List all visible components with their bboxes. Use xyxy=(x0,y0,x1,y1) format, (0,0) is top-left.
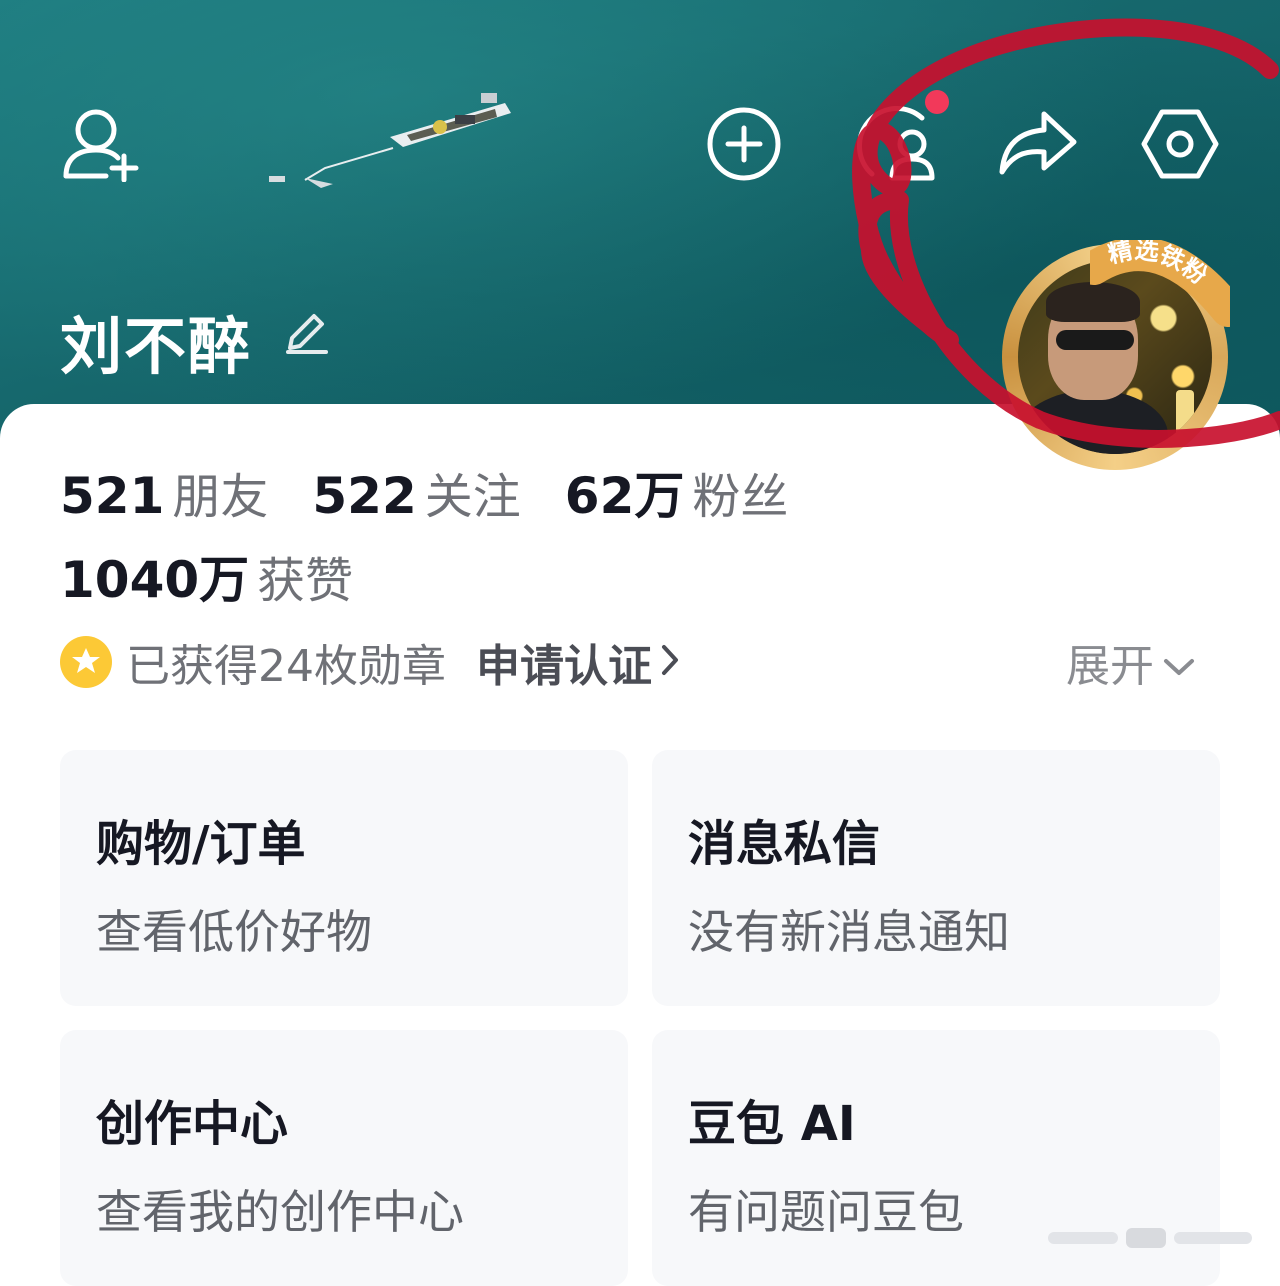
add-friend-icon[interactable] xyxy=(62,106,142,182)
svg-text:精选铁粉: 精选铁粉 xyxy=(1106,240,1213,290)
apply-verification-link[interactable]: 申请认证 xyxy=(476,630,652,694)
chevron-down-icon xyxy=(1162,637,1196,688)
tile-subtitle: 查看我的创作中心 xyxy=(96,1185,464,1239)
stat-following[interactable]: 522 关注 xyxy=(312,467,520,525)
fan-badge: 精选铁粉 xyxy=(1090,240,1230,327)
boat-image xyxy=(390,93,511,147)
notification-dot xyxy=(925,90,949,114)
tile-title: 创作中心 xyxy=(96,1096,289,1152)
tile-subtitle: 查看低价好物 xyxy=(96,905,372,959)
stats-row: 521 朋友 522 关注 62万 粉丝 xyxy=(60,456,788,528)
stat-likes[interactable]: 1040万 获赞 xyxy=(60,540,353,612)
medal-icon xyxy=(60,636,112,688)
tile-title: 消息私信 xyxy=(688,816,881,872)
username: 刘不醉 xyxy=(60,310,253,383)
tile-shopping-orders[interactable]: 购物/订单 查看低价好物 xyxy=(60,750,628,1006)
share-icon[interactable] xyxy=(998,108,1078,178)
tile-messages[interactable]: 消息私信 没有新消息通知 xyxy=(652,750,1220,1006)
watermark-bars xyxy=(1048,1228,1252,1248)
stat-friends[interactable]: 521 朋友 xyxy=(60,467,268,525)
tile-subtitle: 没有新消息通知 xyxy=(688,905,1010,959)
tile-title: 购物/订单 xyxy=(96,816,306,872)
chevron-right-icon xyxy=(660,637,680,688)
tile-title: 豆包 AI xyxy=(688,1096,856,1152)
edit-name-icon[interactable] xyxy=(284,308,330,358)
expand-button[interactable]: 展开 xyxy=(1066,632,1196,692)
settings-icon[interactable] xyxy=(1140,104,1220,184)
visitors-icon[interactable] xyxy=(852,104,942,184)
create-plus-icon[interactable] xyxy=(706,106,782,182)
tile-subtitle: 有问题问豆包 xyxy=(688,1185,964,1239)
expand-label: 展开 xyxy=(1066,641,1154,692)
stat-followers[interactable]: 62万 粉丝 xyxy=(565,467,789,525)
tile-creator-center[interactable]: 创作中心 查看我的创作中心 xyxy=(60,1030,628,1286)
medals-link[interactable]: 已获得24枚勋章 xyxy=(126,630,446,694)
fan-badge-label: 精选铁粉 xyxy=(1106,240,1213,290)
boat-rope xyxy=(269,147,394,188)
medals-row: 已获得24枚勋章 申请认证 xyxy=(60,632,680,692)
